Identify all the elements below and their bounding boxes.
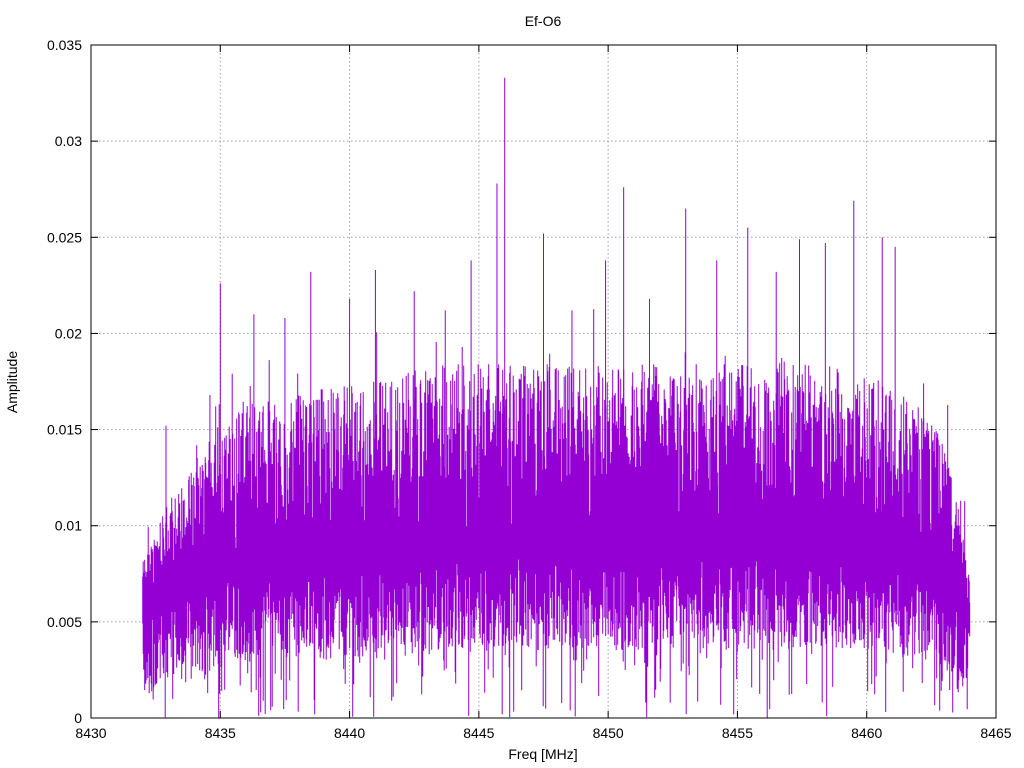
data-series — [142, 77, 971, 718]
x-tick-label: 8435 — [205, 725, 236, 741]
y-axis-label: Amplitude — [4, 351, 20, 413]
x-tick-label: 8455 — [722, 725, 753, 741]
y-tick-label: 0.015 — [47, 422, 82, 438]
y-tick-label: 0.025 — [47, 229, 82, 245]
y-tick-label: 0.03 — [55, 133, 82, 149]
spectrum-trace — [142, 309, 971, 718]
y-tick-label: 0 — [74, 710, 82, 726]
x-tick-label: 8430 — [75, 725, 106, 741]
x-axis-label: Freq [MHz] — [508, 746, 577, 762]
y-tick-label: 0.02 — [55, 325, 82, 341]
x-tick-label: 8465 — [980, 725, 1011, 741]
x-tick-label: 8440 — [334, 725, 365, 741]
chart-title: Ef-O6 — [525, 13, 562, 29]
x-tick-label: 8445 — [463, 725, 494, 741]
y-tick-label: 0.01 — [55, 518, 82, 534]
y-tick-label: 0.035 — [47, 37, 82, 53]
y-tick-label: 0.005 — [47, 614, 82, 630]
x-tick-label: 8460 — [851, 725, 882, 741]
spectrum-chart: Ef-O6 8430 8435 8440 8445 8450 8455 8460 8465 0 0… — [4, 13, 1012, 762]
x-tick-label: 8450 — [593, 725, 624, 741]
